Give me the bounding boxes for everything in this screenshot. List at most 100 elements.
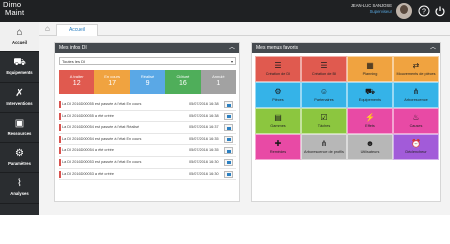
- favorite-tile[interactable]: ✚ Remèdes: [255, 134, 301, 160]
- app-logo[interactable]: Dimo Maint: [3, 1, 24, 17]
- favorite-tile[interactable]: ☻ Utilisateurs: [347, 134, 393, 160]
- status-counter[interactable]: Clôturé 16: [165, 70, 201, 94]
- flame-icon: ♨: [412, 113, 420, 122]
- settings-icon: ⚙: [15, 148, 24, 160]
- favorites-panel: Mes menus favoris ︿ ☰ Création de DI ☰ Créa…: [251, 42, 441, 202]
- list-item[interactable]: La DI 2016D00054 est passée à l'état Réa…: [59, 122, 236, 134]
- di-event-date: 05/07/2016 16:30: [189, 171, 219, 176]
- favorite-tile[interactable]: ☺ Partenaires: [301, 82, 347, 108]
- panel-title: Mes menus favoris: [256, 45, 298, 51]
- footer: [39, 215, 450, 244]
- di-event-date: 05/07/2016 16:38: [189, 102, 219, 106]
- status-counter[interactable]: En cours 17: [94, 70, 130, 94]
- tile-label: Pièces: [272, 98, 284, 102]
- tile-label: Gammes: [270, 124, 286, 128]
- sidebar-item-label: Interventions: [6, 100, 33, 106]
- panel-header: Mes menus favoris ︿: [252, 43, 440, 53]
- list-item[interactable]: La DI 2016D00053 a été créée 05/07/2016 1…: [59, 169, 236, 181]
- list-item[interactable]: La DI 2016D00054 a été créée 05/07/2016 1…: [59, 145, 236, 157]
- status-marker: [59, 147, 61, 155]
- chart-icon: ⌇: [17, 178, 22, 190]
- favorite-tile[interactable]: ⏰ Déclencheur: [393, 134, 439, 160]
- tile-label: Causes: [409, 124, 423, 128]
- list-item[interactable]: La DI 2016D00054 est passée à l'état En …: [59, 134, 236, 146]
- sidebar-item-parametres[interactable]: ⚙ Paramètres: [0, 143, 39, 174]
- infos-di-panel: Mes infos DI ︿ Toutes les DI ▾ A traiter…: [54, 42, 240, 202]
- status-marker: [59, 158, 61, 166]
- home-icon[interactable]: ⌂: [45, 25, 50, 33]
- sidebar-item-interventions[interactable]: ✗ Interventions: [0, 83, 39, 113]
- favorite-tile[interactable]: ⚡ Effets: [347, 108, 393, 134]
- sidebar-item-accueil[interactable]: ⌂ Accueil: [0, 22, 39, 53]
- open-di-button[interactable]: [224, 147, 233, 155]
- di-event-date: 05/07/2016 16:35: [189, 148, 219, 153]
- counter-value: 16: [179, 80, 187, 87]
- tile-label: Déclencheur: [405, 150, 427, 154]
- collapse-icon[interactable]: ︿: [430, 43, 436, 53]
- status-counter[interactable]: A traiter 12: [59, 70, 95, 94]
- favorite-tile[interactable]: ☰ Création de BI: [301, 56, 347, 82]
- counter-value: 12: [72, 80, 81, 87]
- status-counter[interactable]: Réalisé 9: [129, 70, 166, 94]
- collapse-icon[interactable]: ︿: [229, 43, 235, 53]
- chevron-down-icon: ▾: [230, 59, 233, 64]
- favorite-tile[interactable]: ▤ Gammes: [255, 108, 301, 134]
- open-di-button[interactable]: [224, 135, 233, 143]
- di-event-text: La DI 2016D00054 est passée à l'état En …: [62, 136, 142, 141]
- briefcase-icon: ▣: [14, 117, 25, 129]
- tile-label: Mouvements de pièces: [396, 72, 436, 76]
- list-item[interactable]: La DI 2016D00053 est passée à l'état En …: [59, 157, 236, 169]
- di-filter-select[interactable]: Toutes les DI ▾: [59, 57, 236, 65]
- checklist-icon: ☰: [274, 61, 282, 70]
- open-di-button[interactable]: [224, 158, 233, 166]
- favorite-tile[interactable]: ⋔ Arborescence: [393, 82, 439, 108]
- wrench-icon: ✗: [15, 87, 24, 99]
- medkit-icon: ✚: [274, 139, 282, 148]
- counter-value: 9: [145, 80, 150, 87]
- sidebar-item-equipements[interactable]: ⛟ Equipements: [0, 52, 39, 83]
- sidebar: ⌂ Accueil ⛟ Equipements ✗ Interventions ▣ Resso…: [0, 22, 39, 215]
- open-di-button[interactable]: [224, 124, 233, 132]
- sidebar-footer: [0, 215, 39, 244]
- favorite-tile[interactable]: ♨ Causes: [393, 108, 439, 134]
- di-activity-list: La DI 2016D00055 est passée à l'état En …: [59, 99, 236, 181]
- di-event-text: La DI 2016D00054 est passée à l'état Réa…: [62, 125, 140, 130]
- truck-icon: ⛟: [364, 87, 376, 96]
- favorite-tile[interactable]: ▦ Planning: [347, 56, 393, 82]
- status-marker: [59, 124, 61, 132]
- tab-bar: ⌂ Accueil: [39, 22, 450, 36]
- user-name: JEAN-LUC SANJOSE: [350, 3, 392, 8]
- tab-accueil[interactable]: Accueil: [56, 24, 98, 36]
- tile-label: Utilisateurs: [360, 150, 380, 154]
- list-item[interactable]: La DI 2016D00055 est passée à l'état En …: [59, 99, 236, 111]
- status-marker: [59, 101, 61, 108]
- help-icon[interactable]: ?: [418, 5, 430, 17]
- status-marker: [59, 135, 61, 143]
- favorite-tile[interactable]: ☑ Tâches: [301, 108, 347, 134]
- list-item[interactable]: La DI 2016D00055 a été créée 05/07/2016 1…: [59, 111, 236, 123]
- favorite-tile[interactable]: ⇄ Mouvements de pièces: [393, 56, 439, 82]
- di-event-date: 05/07/2016 16:30: [189, 159, 219, 164]
- favorite-tile[interactable]: ☰ Création de DI: [255, 56, 301, 82]
- sidebar-item-ressources[interactable]: ▣ Ressources: [0, 113, 39, 144]
- open-di-button[interactable]: [224, 170, 233, 178]
- power-icon[interactable]: [434, 5, 446, 17]
- open-di-button[interactable]: [224, 112, 233, 120]
- user-info[interactable]: JEAN-LUC SANJOSE Superviseur: [351, 3, 392, 14]
- transfer-icon: ⇄: [412, 61, 420, 70]
- favorite-tile[interactable]: ⛟ Equipements: [347, 82, 393, 108]
- favorite-tile[interactable]: ⚙ Pièces: [255, 82, 301, 108]
- counter-value: 1: [216, 80, 221, 87]
- panel-title: Mes infos DI: [59, 45, 87, 51]
- sidebar-item-label: Ressources: [7, 130, 32, 136]
- di-event-date: 05/07/2016 16:38: [189, 113, 219, 118]
- open-di-button[interactable]: [224, 101, 233, 108]
- status-counter[interactable]: Annulé 1: [200, 70, 237, 94]
- flash-icon: ⚡: [365, 113, 375, 122]
- avatar[interactable]: [396, 3, 412, 19]
- di-event-date: 05/07/2016 16:35: [189, 136, 219, 141]
- sidebar-item-analyses[interactable]: ⌇ Analyses: [0, 173, 39, 204]
- panel-header: Mes infos DI ︿: [55, 43, 239, 53]
- favorite-tile[interactable]: ⋔ Arborescence de profils: [301, 134, 347, 160]
- main-content: ⌂ Accueil Mes infos DI ︿ Toutes les DI ▾…: [39, 22, 450, 215]
